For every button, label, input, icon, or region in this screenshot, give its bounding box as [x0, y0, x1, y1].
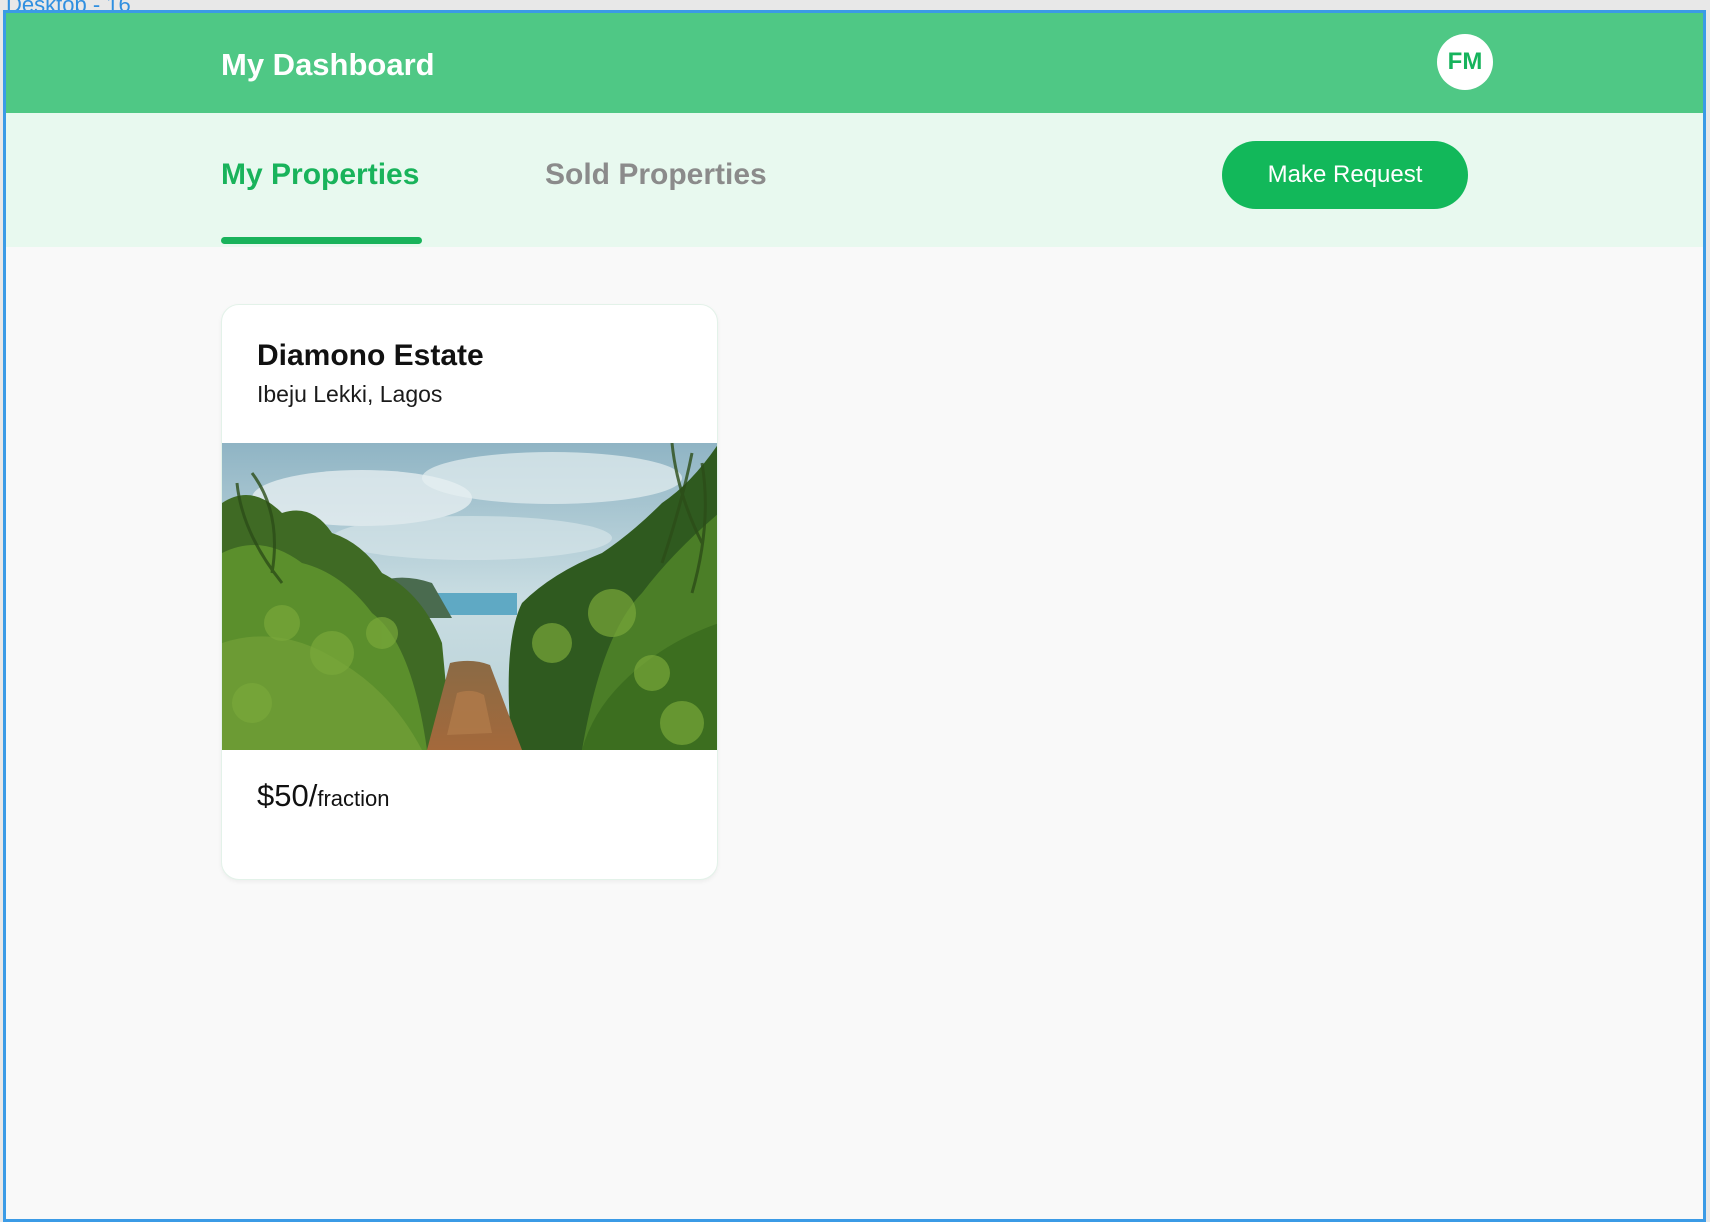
property-image — [222, 443, 717, 750]
price-amount: $50/ — [257, 778, 318, 813]
top-bar: My Dashboard FM — [6, 13, 1703, 113]
user-avatar[interactable]: FM — [1437, 34, 1493, 90]
price-unit: fraction — [317, 786, 390, 811]
property-location: Ibeju Lekki, Lagos — [257, 381, 443, 407]
tab-bar: My Properties Sold Properties Make Reque… — [6, 113, 1703, 247]
property-name: Diamono Estate — [257, 339, 484, 372]
tab-my-properties[interactable]: My Properties — [221, 158, 419, 192]
active-tab-indicator — [221, 237, 422, 244]
make-request-button[interactable]: Make Request — [1222, 141, 1468, 209]
property-card[interactable]: Diamono Estate Ibeju Lekki, Lagos $50/fr… — [221, 304, 718, 880]
page-title: My Dashboard — [221, 47, 435, 82]
property-price: $50/fraction — [257, 778, 390, 814]
tab-sold-properties[interactable]: Sold Properties — [545, 158, 767, 192]
desktop-frame: My Dashboard FM My Properties Sold Prope… — [3, 10, 1706, 1222]
